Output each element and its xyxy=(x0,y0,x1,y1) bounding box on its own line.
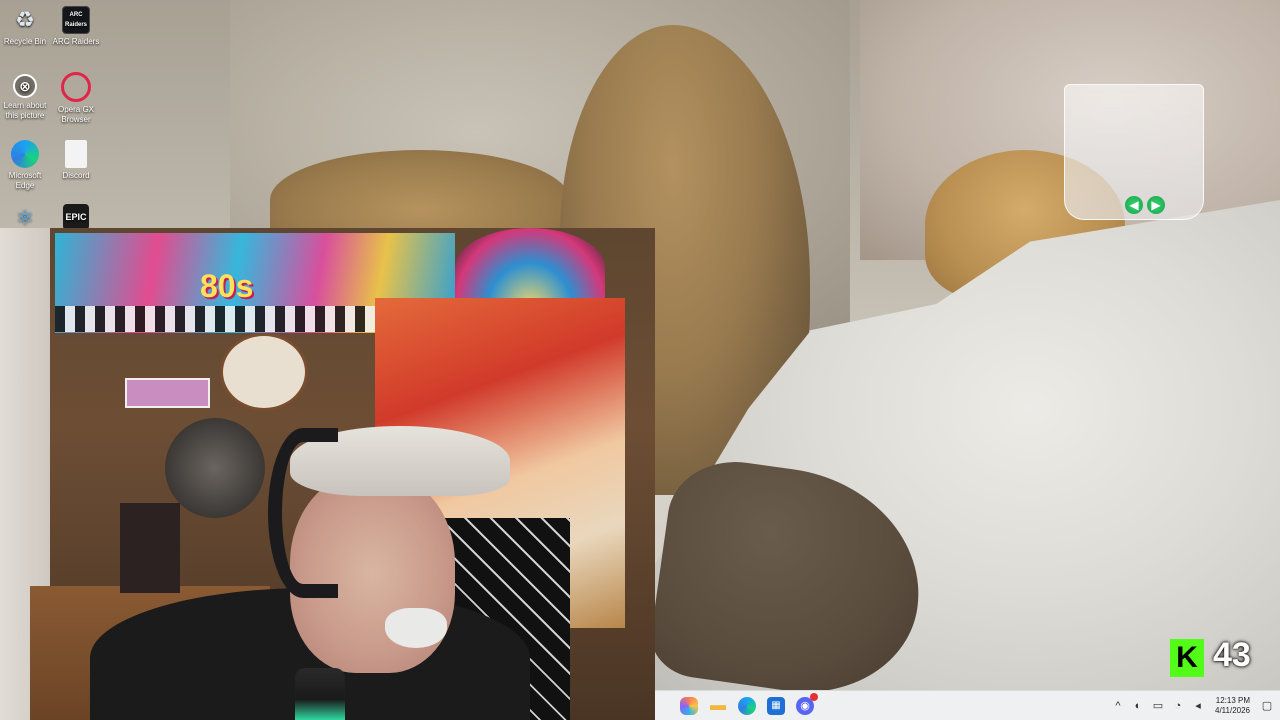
recycle-bin-icon: ♻ xyxy=(15,7,35,32)
discord-file-icon xyxy=(65,140,87,168)
desktop-icon-arc-raiders[interactable]: ARC Raiders ARC Raiders xyxy=(51,6,101,47)
notification-icon[interactable]: ▢ xyxy=(1260,699,1274,713)
store-icon: ▦ xyxy=(767,696,785,715)
monitor-icon[interactable]: ▭ xyxy=(1151,699,1165,713)
webcam-banner-text: 80s xyxy=(200,268,254,304)
desktop-icon-label: Opera GX Browser xyxy=(57,105,94,124)
discord-glyph: ◉ xyxy=(800,700,810,712)
clock-time: 12:13 PM xyxy=(1215,695,1250,705)
edge-icon xyxy=(11,140,39,168)
clock-date: 4/11/2026 xyxy=(1215,705,1250,715)
system-tray: ^ ◐ ▭ ◔ ◂ 12:13 PM 4/11/2026 ▢ xyxy=(1111,696,1280,716)
copilot-icon xyxy=(680,696,698,715)
network-status-icon[interactable]: ◐ xyxy=(1131,699,1145,713)
kick-viewer-count: 43 xyxy=(1213,636,1251,674)
webcam-person-beard xyxy=(385,608,447,648)
taskbar-apps: ▬ ▦ ◉ xyxy=(677,692,822,718)
desktop-icon-label: Microsoft Edge xyxy=(8,171,42,190)
taskbar: ▬ ▦ ◉ ^ ◐ ▭ ◔ ◂ 12:13 PM 4/11/2026 ▢ xyxy=(655,690,1280,720)
desktop-icon-learn-about-picture[interactable]: ⊗ Learn about this picture xyxy=(0,74,50,121)
desktop-icon-recycle-bin[interactable]: ♻ Recycle Bin xyxy=(0,6,50,47)
desktop-icon-label: ARC Raiders xyxy=(52,37,100,46)
epic-games-icon: EPIC xyxy=(63,204,89,230)
webcam-coffee-maker xyxy=(120,503,180,593)
desktop-icon-label: Recycle Bin xyxy=(3,37,47,46)
desktop-icon-label: Learn about this picture xyxy=(3,101,47,120)
desktop-icon-microsoft-edge[interactable]: Microsoft Edge xyxy=(0,140,50,191)
desktop-icon-label: Discord xyxy=(62,171,90,180)
desktop-icon-opera-gx[interactable]: Opera GX Browser xyxy=(51,72,101,125)
webcam-headset xyxy=(268,428,338,598)
volume-icon[interactable]: ◂ xyxy=(1191,699,1205,713)
webcam-overlay: 80s xyxy=(0,228,655,720)
opera-gx-icon xyxy=(61,72,91,102)
webcam-mirror xyxy=(165,418,265,518)
chevron-up-icon[interactable]: ^ xyxy=(1111,699,1125,713)
taskbar-file-explorer[interactable]: ▬ xyxy=(706,694,730,718)
discord-icon: ◉ xyxy=(796,692,818,715)
taskbar-edge[interactable] xyxy=(735,694,759,718)
arrow-right-icon[interactable]: ▶ xyxy=(1147,196,1165,214)
arc-raiders-icon: ARC Raiders xyxy=(62,6,90,34)
clock[interactable]: 12:13 PM 4/11/2026 xyxy=(1215,696,1250,716)
notification-badge xyxy=(810,692,818,701)
arrow-left-icon[interactable]: ◀ xyxy=(1125,196,1143,214)
webcam-oval-sign xyxy=(220,333,308,411)
desktop-icon-discord[interactable]: Discord xyxy=(51,140,101,181)
taskbar-discord[interactable]: ◉ xyxy=(793,692,818,718)
taskbar-copilot[interactable] xyxy=(677,694,701,718)
webcam-fan-decoration xyxy=(455,228,605,308)
edge-icon xyxy=(738,696,756,715)
webcam-microphone xyxy=(295,668,345,720)
folder-icon: ▬ xyxy=(710,696,726,714)
kick-logo-icon: K xyxy=(1170,639,1204,677)
taskbar-store[interactable]: ▦ xyxy=(764,694,788,718)
learn-about-picture-icon: ⊗ xyxy=(13,74,37,98)
webcam-small-sign xyxy=(125,378,210,408)
wifi-icon[interactable]: ◔ xyxy=(1171,699,1185,713)
